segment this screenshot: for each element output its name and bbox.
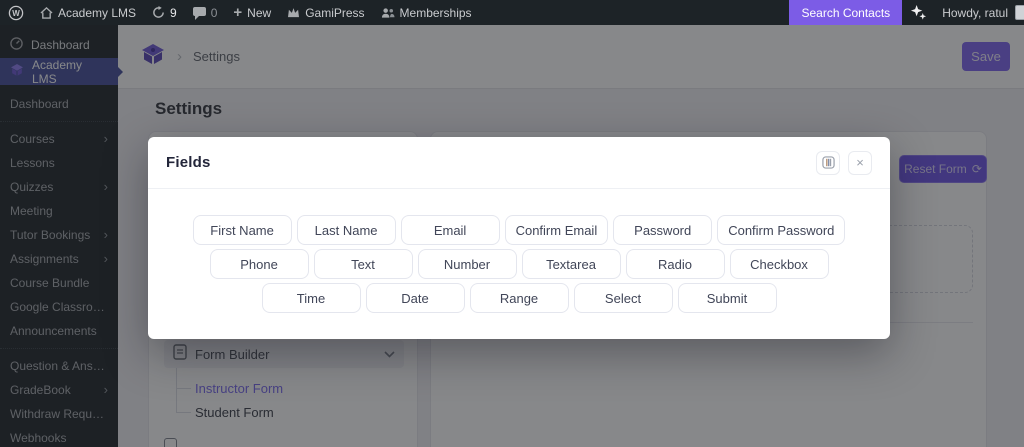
gamipress-menu-item[interactable]: GamiPress (279, 0, 372, 25)
updates-count: 9 (170, 5, 177, 20)
howdy-label[interactable]: Howdy, ratul (935, 6, 1015, 20)
field-date[interactable]: Date (365, 283, 465, 313)
memberships-menu-item[interactable]: Memberships (373, 0, 480, 25)
site-name: Academy LMS (58, 5, 137, 20)
field-range[interactable]: Range (469, 283, 569, 313)
avatar[interactable] (1015, 5, 1024, 20)
field-textarea[interactable]: Textarea (521, 249, 621, 279)
fields-row-3: Time Date Range Select Submit (261, 283, 777, 313)
field-number[interactable]: Number (417, 249, 517, 279)
field-first-name[interactable]: First Name (192, 215, 292, 245)
comments-menu-item[interactable]: 0 (185, 0, 226, 25)
wordpress-logo-icon[interactable]: W (0, 0, 32, 25)
site-menu-item[interactable]: Academy LMS (32, 0, 144, 25)
field-select[interactable]: Select (573, 283, 673, 313)
crown-icon (287, 7, 300, 18)
fields-row-2: Phone Text Number Textarea Radio Checkbo… (209, 249, 829, 279)
field-confirm-email[interactable]: Confirm Email (504, 215, 609, 245)
comments-count: 0 (210, 5, 218, 20)
updates-menu-item[interactable]: 9 (144, 0, 185, 25)
gamipress-label: GamiPress (305, 5, 365, 20)
modal-title: Fields (166, 154, 211, 171)
modal-actions: × (816, 150, 872, 175)
svg-text:W: W (12, 9, 20, 18)
new-label: New (247, 5, 272, 20)
people-icon (381, 7, 395, 19)
field-confirm-password[interactable]: Confirm Password (717, 215, 846, 245)
fields-modal-body: First Name Last Name Email Confirm Email… (148, 189, 890, 313)
comments-icon (192, 7, 206, 20)
sparkles-icon[interactable] (902, 0, 935, 25)
fields-row-1: First Name Last Name Email Confirm Email… (192, 215, 846, 245)
field-email[interactable]: Email (400, 215, 500, 245)
home-icon (40, 6, 53, 19)
new-content-menu-item[interactable]: + New (225, 0, 279, 25)
fields-modal-header: Fields × (148, 137, 890, 189)
field-radio[interactable]: Radio (625, 249, 725, 279)
field-checkbox[interactable]: Checkbox (729, 249, 829, 279)
field-submit[interactable]: Submit (677, 283, 777, 313)
admin-bar-right: Search Contacts Howdy, ratul (789, 0, 1024, 25)
field-phone[interactable]: Phone (209, 249, 309, 279)
field-time[interactable]: Time (261, 283, 361, 313)
updates-icon (152, 6, 165, 19)
field-text[interactable]: Text (313, 249, 413, 279)
close-icon[interactable]: × (848, 150, 872, 175)
memberships-label: Memberships (399, 5, 472, 20)
search-contacts-button[interactable]: Search Contacts (789, 0, 903, 25)
field-password[interactable]: Password (613, 215, 713, 245)
plus-icon: + (233, 4, 243, 21)
wp-admin-bar: W Academy LMS 9 0 + New GamiPress Member… (0, 0, 1024, 25)
columns-button[interactable] (816, 150, 840, 175)
fields-modal: Fields × First Name Last Name Email Conf… (148, 137, 890, 339)
field-last-name[interactable]: Last Name (296, 215, 396, 245)
